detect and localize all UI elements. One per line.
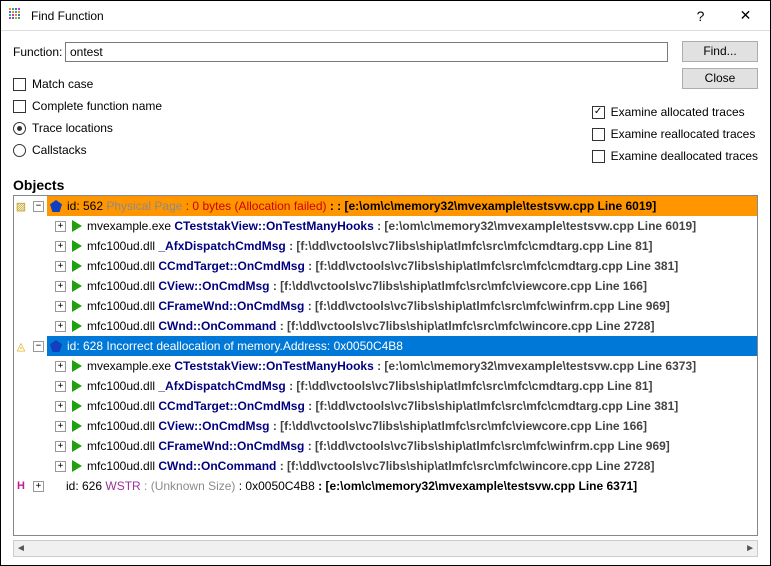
examine-reallocated-option[interactable]: Examine reallocated traces: [592, 123, 758, 145]
row-text: mfc100ud.dll CCmdTarget::OnCmdMsg : [f:\…: [85, 399, 678, 413]
horizontal-scrollbar[interactable]: ◄ ►: [13, 540, 758, 557]
expand-icon[interactable]: +: [55, 421, 66, 432]
tree-row[interactable]: + mfc100ud.dll CWnd::OnCommand : [f:\dd\v…: [14, 456, 757, 476]
row-text: mfc100ud.dll CCmdTarget::OnCmdMsg : [f:\…: [85, 259, 678, 273]
examine-reallocated-label: Examine reallocated traces: [611, 127, 756, 141]
tree-row[interactable]: + mfc100ud.dll _AfxDispatchCmdMsg : [f:\d…: [14, 236, 757, 256]
expand-icon[interactable]: +: [55, 261, 66, 272]
arrow-icon: [72, 320, 82, 332]
examine-allocated-label: Examine allocated traces: [611, 105, 745, 119]
objects-header: Objects: [1, 175, 770, 195]
examine-deallocated-label: Examine deallocated traces: [611, 149, 758, 163]
radio-icon: [13, 122, 26, 135]
collapse-icon[interactable]: −: [33, 341, 44, 352]
trace-locations-option[interactable]: Trace locations: [13, 117, 592, 139]
row-text: id: 626 WSTR : (Unknown Size) : 0x0050C4…: [64, 479, 637, 493]
examine-allocated-option[interactable]: Examine allocated traces: [592, 101, 758, 123]
tree-row[interactable]: + mfc100ud.dll _AfxDispatchCmdMsg : [f:\d…: [14, 376, 757, 396]
row-text: mvexample.exe CTeststakView::OnTestManyH…: [85, 359, 696, 373]
tree-row[interactable]: + mfc100ud.dll CFrameWnd::OnCmdMsg : [f:\…: [14, 436, 757, 456]
marker-icon: [50, 340, 62, 352]
arrow-icon: [72, 380, 82, 392]
scroll-right-icon[interactable]: ►: [745, 543, 755, 554]
match-case-label: Match case: [32, 77, 93, 91]
row-text: mvexample.exe CTeststakView::OnTestManyH…: [85, 219, 696, 233]
row-text: mfc100ud.dll CView::OnCmdMsg : [f:\dd\vc…: [85, 419, 647, 433]
row-text: mfc100ud.dll CFrameWnd::OnCmdMsg : [f:\d…: [85, 299, 670, 313]
checkbox-icon: [13, 78, 26, 91]
expand-icon[interactable]: +: [55, 441, 66, 452]
expand-icon[interactable]: +: [55, 361, 66, 372]
tree-row[interactable]: ▨ − id: 562 Physical Page : 0 bytes (All…: [14, 196, 757, 216]
row-text: mfc100ud.dll CView::OnCmdMsg : [f:\dd\vc…: [85, 279, 647, 293]
h-icon: H: [14, 480, 28, 492]
arrow-icon: [72, 300, 82, 312]
arrow-icon: [72, 240, 82, 252]
checkbox-icon: [13, 100, 26, 113]
marker-icon: [50, 200, 62, 212]
tree-row[interactable]: ◬ − id: 628 Incorrect deallocation of me…: [14, 336, 757, 356]
tree-row[interactable]: + mvexample.exe CTeststakView::OnTestMany…: [14, 216, 757, 236]
row-text: id: 562 Physical Page : 0 bytes (Allocat…: [65, 199, 656, 213]
arrow-icon: [72, 360, 82, 372]
tree-row[interactable]: + mfc100ud.dll CView::OnCmdMsg : [f:\dd\v…: [14, 276, 757, 296]
arrow-icon: [72, 460, 82, 472]
match-case-option[interactable]: Match case: [13, 73, 592, 95]
collapse-icon[interactable]: −: [33, 201, 44, 212]
expand-icon[interactable]: +: [55, 301, 66, 312]
expand-icon[interactable]: +: [55, 321, 66, 332]
complete-name-option[interactable]: Complete function name: [13, 95, 592, 117]
row-text: mfc100ud.dll CWnd::OnCommand : [f:\dd\vc…: [85, 319, 654, 333]
complete-name-label: Complete function name: [32, 99, 162, 113]
function-input[interactable]: [65, 42, 668, 62]
expand-icon[interactable]: +: [55, 281, 66, 292]
titlebar: Find Function ? ✕: [1, 1, 770, 31]
warning-icon: ◬: [14, 340, 28, 353]
row-text: id: 628 Incorrect deallocation of memory…: [65, 339, 403, 353]
tree-row[interactable]: + mfc100ud.dll CCmdTarget::OnCmdMsg : [f:…: [14, 256, 757, 276]
checkbox-icon: [592, 128, 605, 141]
tree-row[interactable]: + mfc100ud.dll CWnd::OnCommand : [f:\dd\v…: [14, 316, 757, 336]
expand-icon[interactable]: +: [55, 221, 66, 232]
objects-tree[interactable]: ▨ − id: 562 Physical Page : 0 bytes (All…: [13, 195, 758, 536]
tree-row[interactable]: + mvexample.exe CTeststakView::OnTestMany…: [14, 356, 757, 376]
arrow-icon: [72, 420, 82, 432]
close-button[interactable]: Close: [682, 68, 758, 89]
function-label: Function:: [13, 45, 65, 59]
radio-icon: [13, 144, 26, 157]
help-button[interactable]: ?: [678, 2, 723, 30]
close-window-button[interactable]: ✕: [723, 2, 768, 30]
row-text: mfc100ud.dll CFrameWnd::OnCmdMsg : [f:\d…: [85, 439, 670, 453]
checkbox-icon: [592, 106, 605, 119]
callstacks-option[interactable]: Callstacks: [13, 139, 592, 161]
expand-icon[interactable]: +: [33, 481, 44, 492]
scroll-left-icon[interactable]: ◄: [16, 543, 26, 554]
expand-icon[interactable]: +: [55, 401, 66, 412]
tree-row[interactable]: + mfc100ud.dll CFrameWnd::OnCmdMsg : [f:\…: [14, 296, 757, 316]
arrow-icon: [72, 280, 82, 292]
gutter-icon: ▨: [14, 200, 28, 213]
checkbox-icon: [592, 150, 605, 163]
trace-locations-label: Trace locations: [32, 121, 113, 135]
arrow-icon: [72, 260, 82, 272]
arrow-icon: [72, 440, 82, 452]
tree-row[interactable]: + mfc100ud.dll CCmdTarget::OnCmdMsg : [f:…: [14, 396, 757, 416]
expand-icon[interactable]: +: [55, 241, 66, 252]
tree-row[interactable]: H + id: 626 WSTR : (Unknown Size) : 0x00…: [14, 476, 757, 496]
find-button[interactable]: Find...: [682, 41, 758, 62]
row-text: mfc100ud.dll _AfxDispatchCmdMsg : [f:\dd…: [85, 379, 652, 393]
arrow-icon: [72, 220, 82, 232]
tree-row[interactable]: + mfc100ud.dll CView::OnCmdMsg : [f:\dd\v…: [14, 416, 757, 436]
expand-icon[interactable]: +: [55, 381, 66, 392]
callstacks-label: Callstacks: [32, 143, 87, 157]
window-title: Find Function: [31, 9, 678, 23]
arrow-icon: [72, 400, 82, 412]
app-icon: [9, 8, 25, 24]
row-text: mfc100ud.dll _AfxDispatchCmdMsg : [f:\dd…: [85, 239, 652, 253]
expand-icon[interactable]: +: [55, 461, 66, 472]
examine-deallocated-option[interactable]: Examine deallocated traces: [592, 145, 758, 167]
row-text: mfc100ud.dll CWnd::OnCommand : [f:\dd\vc…: [85, 459, 654, 473]
